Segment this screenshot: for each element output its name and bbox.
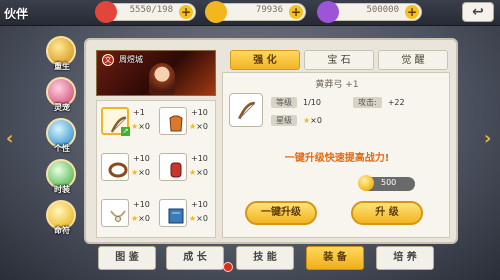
level-stat: 等级 1/10 — [271, 97, 321, 108]
bracer-icon — [170, 162, 182, 178]
equipment-slot-book[interactable]: +10 ★×0 — [157, 197, 215, 231]
tab-equipment[interactable]: 装 备 — [306, 246, 364, 270]
side-item-label: 重生 — [54, 62, 70, 71]
tab-train[interactable]: 培 养 — [376, 246, 434, 270]
equipment-box — [159, 153, 187, 181]
notification-dot — [223, 262, 233, 272]
equipment-level: +10 — [133, 200, 150, 209]
coin-icon — [205, 1, 227, 23]
gold-resource: 79936 + — [205, 1, 306, 23]
level-label: 等级 — [271, 97, 297, 108]
side-item-talisman[interactable]: 命符 — [40, 200, 84, 241]
equipment-stars: ★×0 — [189, 214, 208, 223]
book-icon — [168, 208, 184, 224]
equipment-stars: ★×0 — [189, 168, 208, 177]
add-gem-button[interactable]: + — [405, 5, 419, 19]
star-stat: 星级 ★×0 — [271, 115, 322, 126]
side-item-fashion[interactable]: 时装 — [40, 159, 84, 200]
equipment-stars: ★×0 — [131, 122, 150, 131]
one-click-upgrade-button[interactable]: 一键升级 — [245, 201, 317, 225]
side-item-pet[interactable]: 灵宠 — [40, 77, 84, 118]
hero-banner: 文 周煜城 — [96, 50, 216, 96]
coin-icon — [358, 175, 374, 191]
side-item-label: 灵宠 — [54, 103, 70, 112]
level-value: 1/10 — [303, 98, 321, 107]
equipment-slot-belt[interactable]: +10 ★×0 — [99, 151, 157, 185]
gem-value: 500000 — [366, 5, 399, 15]
side-item-label: 个性 — [54, 144, 70, 153]
add-gold-button[interactable]: + — [289, 5, 303, 19]
hero-name: 周煜城 — [119, 55, 143, 64]
gem-resource: 500000 + — [317, 1, 422, 23]
equipment-level: +10 — [133, 154, 150, 163]
stamina-value: 5550/198 — [129, 5, 173, 15]
upgrade-arrow-icon: ↗ — [121, 127, 130, 136]
attack-stat: 攻击: +22 — [353, 97, 405, 108]
item-name: 黄莽弓 +1 — [315, 80, 359, 90]
equipment-stars: ★×0 — [131, 214, 150, 223]
equipment-level: +10 — [191, 200, 208, 209]
tab-awaken[interactable]: 觉 醒 — [378, 50, 448, 70]
tab-gem[interactable]: 宝 石 — [304, 50, 374, 70]
equipment-box — [101, 153, 129, 181]
equipment-stars: ★×0 — [189, 122, 208, 131]
tab-growth[interactable]: 成 长 — [166, 246, 224, 270]
equipment-stars: ★×0 — [131, 168, 150, 177]
armor-icon — [169, 115, 183, 132]
return-button[interactable]: ↩ — [462, 2, 494, 22]
equipment-level: +10 — [191, 154, 208, 163]
tab-codex[interactable]: 图 鉴 — [98, 246, 156, 270]
upgrade-hint: 一键升级快速提高战力! — [284, 153, 390, 164]
next-arrow-button[interactable]: › — [484, 128, 491, 149]
upgrade-cost: 500 — [358, 175, 415, 191]
necklace-icon — [110, 210, 126, 222]
side-menu: 重生 灵宠 个性 时装 命符 — [40, 36, 84, 241]
equipment-box — [159, 107, 187, 135]
gem-icon — [317, 1, 339, 23]
heart-icon — [95, 1, 117, 23]
upgrade-button[interactable]: 升 级 — [351, 201, 423, 225]
star-label: 星级 — [271, 115, 297, 126]
selected-item-box — [229, 93, 263, 127]
side-item-rebirth[interactable]: 重生 — [40, 36, 84, 77]
page-title: 伙伴 — [4, 7, 29, 21]
tab-skill[interactable]: 技 能 — [236, 246, 294, 270]
prev-arrow-button[interactable]: ‹ — [6, 128, 13, 149]
equipment-level: +1 — [133, 108, 145, 117]
hero-portrait — [149, 63, 175, 95]
equipment-grid: ↗ +1 ★×0 +10 ★×0 +10 ★×0 +10 ★×0 +10 ★×0… — [96, 100, 216, 238]
equipment-slot-bow[interactable]: ↗ +1 ★×0 — [99, 105, 157, 139]
cost-value: 500 — [381, 178, 397, 187]
star-value: ×0 — [310, 116, 322, 125]
game-screen: 伙伴 5550/198 + 79936 + 500000 + ↩ 重生 灵宠 个… — [0, 0, 500, 280]
side-item-label: 时装 — [54, 185, 70, 194]
equipment-box — [101, 199, 129, 227]
side-item-personality[interactable]: 个性 — [40, 118, 84, 159]
belt-icon — [108, 162, 128, 178]
tab-enhance[interactable]: 强 化 — [230, 50, 300, 70]
stamina-resource: 5550/198 + — [95, 1, 196, 23]
attack-value: +22 — [387, 98, 405, 107]
gold-value: 79936 — [255, 5, 283, 15]
equipment-box — [159, 199, 187, 227]
attack-label: 攻击: — [353, 97, 382, 108]
equipment-slot-armor[interactable]: +10 ★×0 — [157, 105, 215, 139]
bow-icon — [238, 101, 256, 120]
equipment-slot-necklace[interactable]: +10 ★×0 — [99, 197, 157, 231]
top-bar: 伙伴 5550/198 + 79936 + 500000 + ↩ — [0, 0, 500, 26]
return-icon: ↩ — [472, 4, 484, 20]
main-panel: 文 周煜城 ↗ +1 ★×0 +10 ★×0 +10 ★×0 +10 ★×0 +… — [84, 38, 458, 244]
equipment-slot-bracer[interactable]: +10 ★×0 — [157, 151, 215, 185]
hero-badge: 文 — [102, 54, 114, 66]
side-item-label: 命符 — [54, 226, 70, 235]
add-stamina-button[interactable]: + — [179, 5, 193, 19]
enhance-detail-panel: 黄莽弓 +1 等级 1/10 攻击: +22 星级 ★×0 一键升级快速提高战力! 5… — [222, 72, 450, 238]
equipment-level: +10 — [191, 108, 208, 117]
